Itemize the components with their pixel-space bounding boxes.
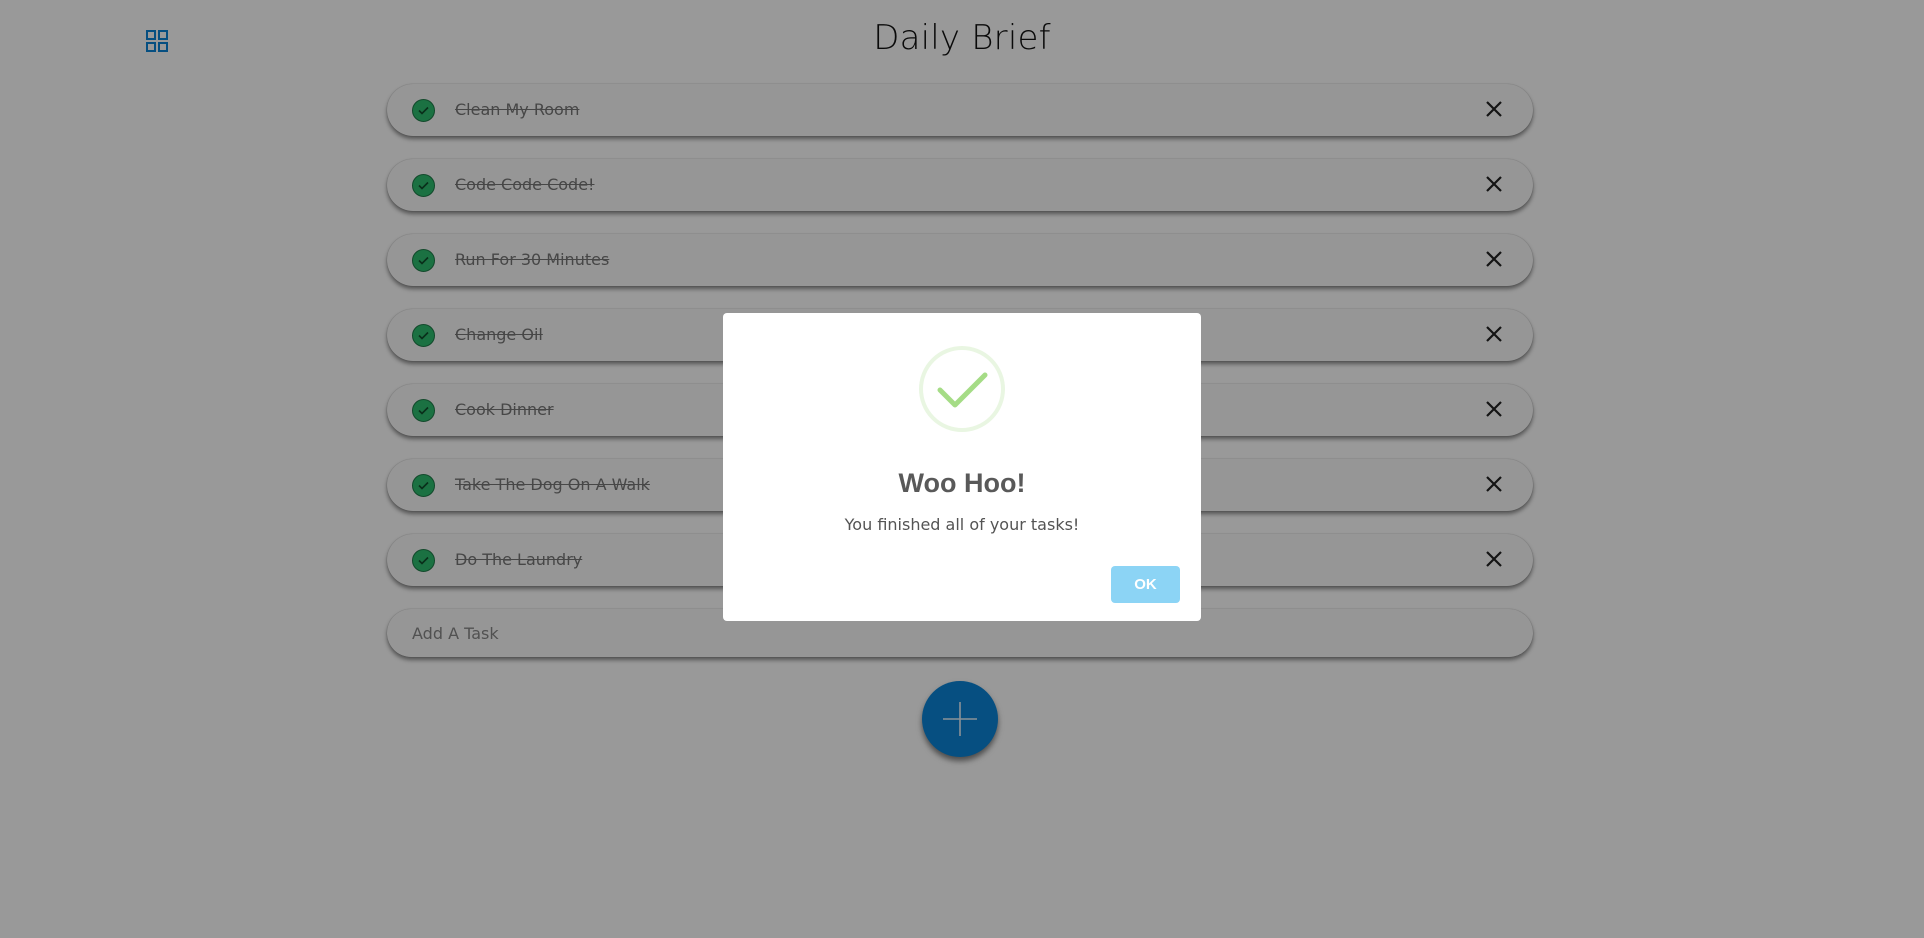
checkmark-icon <box>918 345 1006 433</box>
dialog-message: You finished all of your tasks! <box>844 515 1080 534</box>
app-root: Daily Brief Clean My Room Code Code Code… <box>0 0 1924 938</box>
dialog-title: Woo Hoo! <box>898 468 1026 498</box>
success-dialog: Woo Hoo! You finished all of your tasks!… <box>723 313 1201 621</box>
ok-button[interactable]: OK <box>1111 566 1180 603</box>
